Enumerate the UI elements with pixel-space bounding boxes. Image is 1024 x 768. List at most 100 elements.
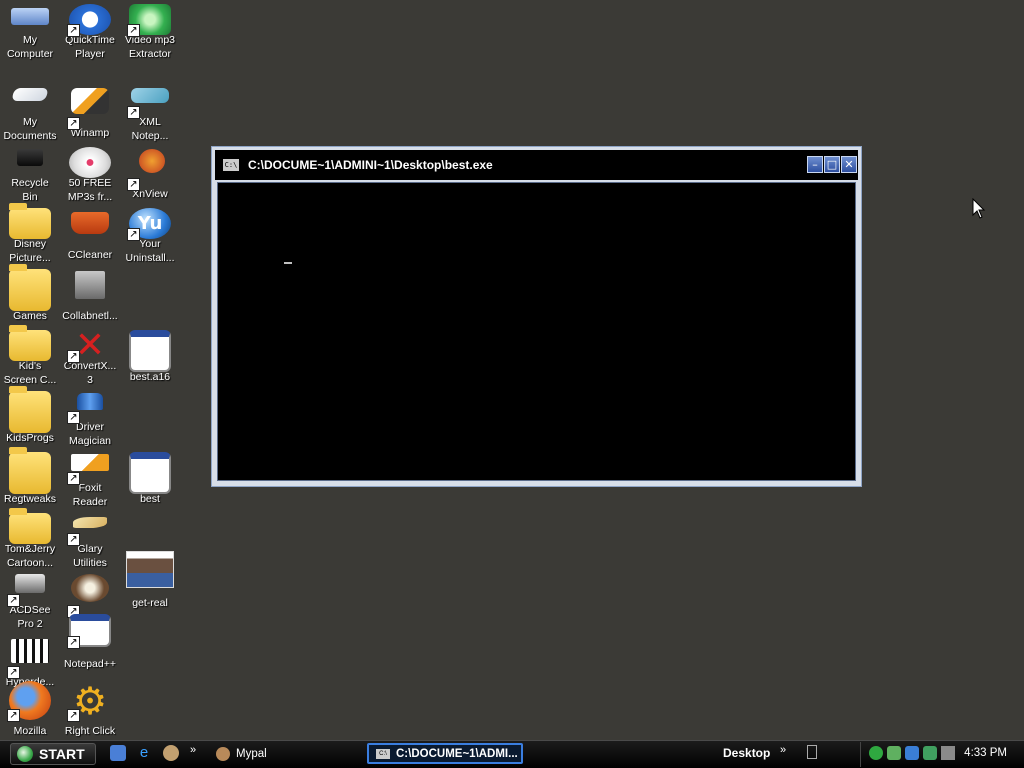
tray-blue-icon[interactable] bbox=[905, 746, 919, 760]
video-mp3-extractor-icon: ↗ bbox=[127, 2, 173, 37]
desktop-icon-games[interactable]: Games bbox=[0, 264, 60, 326]
console-titlebar[interactable]: C:\ C:\DOCUME~1\ADMINI~1\Desktop\best.ex… bbox=[215, 150, 858, 180]
taskbar: START e » Mypal C:\ C:\DOCUME~1\ADMI... … bbox=[0, 740, 1024, 768]
hyperdesk-icon: ↗ bbox=[7, 633, 53, 679]
minimize-button[interactable]: – bbox=[807, 156, 823, 173]
desktop-icon-my-computer[interactable]: My Computer bbox=[0, 0, 60, 61]
folder-icon bbox=[7, 264, 53, 313]
xnview-icon: ↗ bbox=[127, 145, 173, 191]
your-uninstaller-icon: Yu ↗ bbox=[127, 206, 173, 241]
folder-icon bbox=[7, 325, 53, 363]
start-orb-icon bbox=[17, 746, 33, 762]
desktop-icon-glary-utilities[interactable]: ↗ Glary Utilities bbox=[60, 509, 120, 570]
desktop-toolbar-label[interactable]: Desktop bbox=[723, 746, 770, 760]
clock[interactable]: 4:33 PM bbox=[964, 747, 1007, 759]
desktop-icon-collabnet[interactable]: Collabnetl... bbox=[60, 265, 120, 326]
desktop-icon-recycle-bin[interactable]: Recycle Bin bbox=[0, 143, 60, 204]
folder-icon bbox=[7, 203, 53, 241]
image-thumbnail-icon bbox=[126, 551, 174, 588]
tray-wand-icon[interactable] bbox=[941, 746, 955, 760]
firefox-icon: ↗ bbox=[7, 679, 53, 722]
taskbar-button-label: Mypal bbox=[236, 747, 267, 760]
shortcut-arrow-icon: ↗ bbox=[127, 178, 140, 191]
console-app-icon[interactable]: C:\ bbox=[223, 159, 239, 171]
recycle-bin-icon bbox=[7, 145, 53, 180]
desktop-icon-video-mp3-extractor[interactable]: ↗ Video mp3 Extractor bbox=[120, 0, 180, 61]
desktop-icon-driver-magician[interactable]: ↗ Driver Magician bbox=[60, 387, 120, 448]
taskbar-button-console[interactable]: C:\ C:\DOCUME~1\ADMI... bbox=[367, 743, 523, 764]
desktop-icon-notepad-plus-plus[interactable]: ↗ Notepad++ bbox=[60, 610, 120, 671]
desktop-icon-mozilla[interactable]: ↗ Mozilla bbox=[0, 677, 60, 738]
desktop-icon-regtweaks[interactable]: Regtweaks bbox=[0, 447, 60, 509]
my-computer-icon bbox=[7, 2, 53, 37]
desktop-icon-foxit-reader[interactable]: ↗ Foxit Reader bbox=[60, 448, 120, 509]
quick-launch-app-icon[interactable] bbox=[163, 745, 179, 761]
desktop-icon-kids-screen[interactable]: Kid's Screen C... bbox=[0, 325, 60, 387]
desktop-icon-convertx[interactable]: ✕ ↗ ConvertX... 3 bbox=[60, 325, 120, 387]
quick-launch-chevron[interactable]: » bbox=[190, 744, 196, 756]
system-tray: 4:33 PM bbox=[860, 742, 1024, 767]
right-click-gear-icon: ⚙ ↗ bbox=[67, 679, 113, 723]
internet-explorer-icon[interactable]: e bbox=[136, 745, 152, 761]
desktop-icon-acdsee[interactable]: ↗ ACDSee Pro 2 bbox=[0, 570, 60, 631]
desktop-icon-best[interactable]: best bbox=[120, 448, 180, 509]
maximize-button[interactable]: □ bbox=[824, 156, 840, 173]
shortcut-arrow-icon: ↗ bbox=[67, 117, 80, 130]
notepad-plus-plus-icon: ↗ bbox=[67, 612, 113, 649]
start-label: START bbox=[39, 746, 85, 762]
toolbar-grip-icon[interactable] bbox=[807, 745, 817, 759]
desktop-icon-tom-and-jerry[interactable]: Tom&Jerry Cartoon... bbox=[0, 508, 60, 570]
desktop-icon-ccleaner[interactable]: CCleaner bbox=[60, 204, 120, 265]
desktop-icon-your-uninstaller[interactable]: Yu ↗ Your Uninstall... bbox=[120, 204, 180, 265]
shortcut-arrow-icon: ↗ bbox=[67, 24, 80, 37]
desktop-icon-kidsprogs[interactable]: KidsProgs bbox=[0, 386, 60, 448]
desktop-icon-xnview[interactable]: ↗ XnView bbox=[120, 143, 180, 204]
shortcut-arrow-icon: ↗ bbox=[67, 411, 80, 424]
shortcut-arrow-icon: ↗ bbox=[67, 350, 80, 363]
folder-icon bbox=[7, 447, 53, 496]
shortcut-arrow-icon: ↗ bbox=[127, 106, 140, 119]
program-window-icon bbox=[127, 450, 173, 496]
convertx-icon: ✕ ↗ bbox=[67, 325, 113, 366]
desktop-icon-winamp[interactable]: ↗ Winamp bbox=[60, 82, 120, 143]
shortcut-arrow-icon: ↗ bbox=[67, 472, 80, 485]
console-window-title: C:\DOCUME~1\ADMINI~1\Desktop\best.exe bbox=[248, 158, 493, 172]
tray-leaf-icon[interactable] bbox=[887, 746, 901, 760]
quicktime-icon: ↗ bbox=[67, 2, 113, 37]
driver-magician-icon: ↗ bbox=[67, 389, 113, 424]
close-button[interactable]: ✕ bbox=[841, 156, 857, 173]
acdsee-icon: ↗ bbox=[7, 572, 53, 607]
tray-green-icon[interactable] bbox=[869, 746, 883, 760]
desktop-icon-right-click[interactable]: ⚙ ↗ Right Click bbox=[60, 677, 120, 738]
desktop-icon-disney-pictures[interactable]: Disney Picture... bbox=[0, 203, 60, 265]
start-button[interactable]: START bbox=[10, 743, 96, 765]
mypal-icon bbox=[216, 746, 230, 761]
taskbar-button-mypal[interactable]: Mypal bbox=[210, 743, 360, 764]
desktop-icon-quicktime[interactable]: ↗ QuickTime Player bbox=[60, 0, 120, 61]
desktop-icon-get-real[interactable]: get-real bbox=[120, 549, 180, 610]
shortcut-arrow-icon: ↗ bbox=[67, 636, 80, 649]
mouse-pointer-icon bbox=[972, 198, 986, 219]
desktop-icon-xml-notepad[interactable]: ↗ XML Notep... bbox=[120, 82, 180, 143]
desktop-icon-my-documents[interactable]: My Documents bbox=[0, 82, 60, 143]
shortcut-arrow-icon: ↗ bbox=[67, 533, 80, 546]
shortcut-arrow-icon: ↗ bbox=[7, 709, 20, 722]
desktop-toolbar-chevron[interactable]: » bbox=[780, 744, 786, 756]
desktop-icon-50-free-mp3s[interactable]: 50 FREE MP3s fr... bbox=[60, 143, 120, 204]
shortcut-arrow-icon: ↗ bbox=[67, 709, 80, 722]
shortcut-arrow-icon: ↗ bbox=[127, 228, 140, 241]
program-window-icon bbox=[127, 328, 173, 374]
console-output-area[interactable] bbox=[217, 182, 856, 481]
my-documents-icon bbox=[7, 84, 53, 119]
console-app-icon: C:\ bbox=[376, 748, 390, 759]
glary-utilities-icon: ↗ bbox=[67, 511, 113, 546]
ccleaner-icon bbox=[67, 206, 113, 252]
show-desktop-icon[interactable] bbox=[110, 745, 126, 761]
foxit-reader-icon: ↗ bbox=[67, 450, 113, 485]
collabnet-icon bbox=[67, 267, 113, 313]
console-window[interactable]: C:\ C:\DOCUME~1\ADMINI~1\Desktop\best.ex… bbox=[211, 146, 862, 487]
folder-icon bbox=[7, 386, 53, 435]
tray-network-icon[interactable] bbox=[923, 746, 937, 760]
desktop-icon-best-a16[interactable]: best.a16 bbox=[120, 326, 180, 387]
mp3-disc-icon bbox=[67, 145, 113, 180]
